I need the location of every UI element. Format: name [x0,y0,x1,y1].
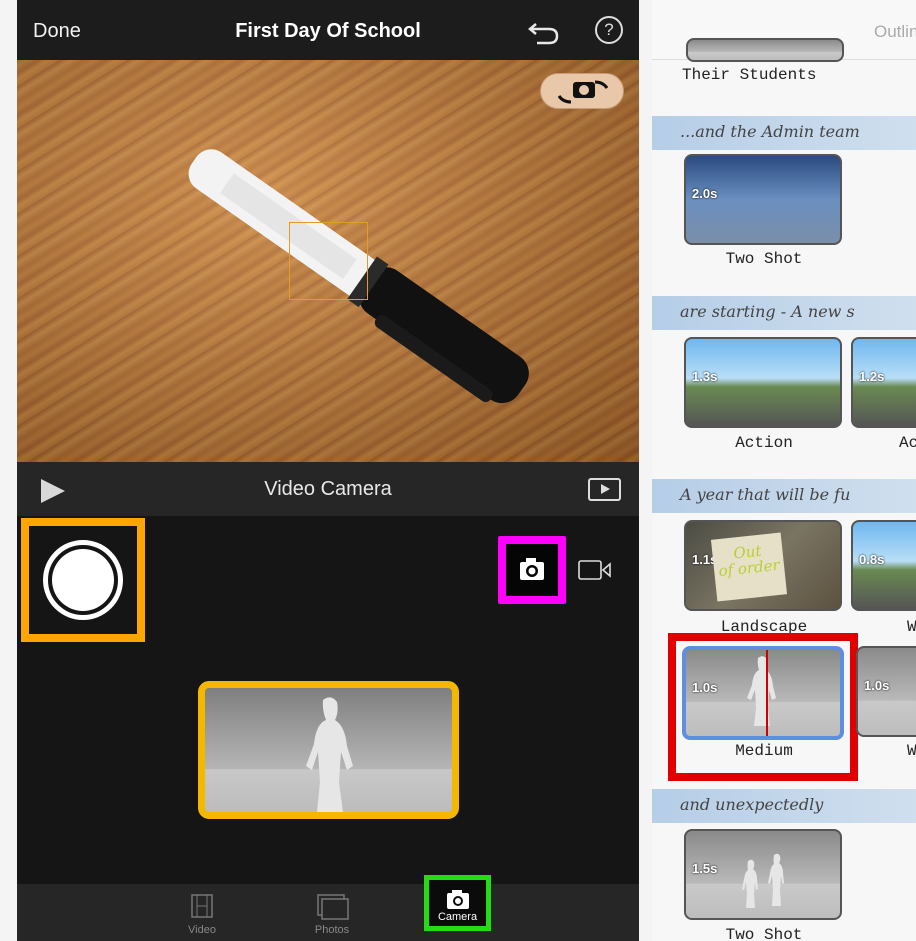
tab-camera[interactable]: Camera [424,875,491,931]
photos-icon [317,894,349,920]
shutter-highlight [21,518,145,642]
caption-unexpectedly[interactable]: and unexpectedly [652,789,916,823]
partial-thumb[interactable] [686,38,844,62]
clip-landscape[interactable]: 1.1s Out of order [684,520,842,611]
clip-medium[interactable]: 1.0s [682,646,844,740]
help-button[interactable]: ? [595,16,623,44]
caption-year[interactable]: A year that will be fu [652,479,916,513]
clip-wide[interactable]: 0.8s [851,520,916,611]
clip-action-2[interactable]: 1.2s [851,337,916,428]
video-camera-bar: Video Camera [17,462,639,516]
shot-label: Two Shot [725,250,803,268]
shot-label: W [907,742,916,760]
sign-line-2: of order [717,555,781,581]
media-tab-bar: Video Photos Camera [17,875,639,941]
undo-icon[interactable] [527,16,561,46]
camera-flip-icon [557,80,609,104]
camera-flip-button[interactable] [540,73,624,109]
sign-image: Out of order [710,532,788,602]
current-clip-thumbnail [198,681,459,819]
preview-icon[interactable] [588,478,621,501]
clip-duration: 1.0s [864,678,890,693]
caption-starting[interactable]: are starting - A new s [652,296,916,330]
silhouette-image [306,697,353,812]
camera-viewfinder[interactable] [17,60,639,462]
shot-label: Medium [735,742,793,760]
clip-duration: 1.2s [859,369,885,384]
video-camera-icon[interactable] [577,558,613,582]
camera-icon [520,558,544,580]
film-icon [191,894,213,918]
shot-label: Their Students [682,66,817,84]
silhouette-image [747,650,776,736]
outline-panel: Outline Their Students ...and the Admin … [652,0,916,941]
camera-panel: Done First Day Of School ? Video Camera … [17,0,639,941]
outline-header-label[interactable]: Outline [874,22,916,42]
shutter-button[interactable] [43,540,123,620]
tab-photos[interactable]: Photos [297,887,367,939]
shot-label: W [907,618,916,636]
clip-two-shot[interactable]: 2.0s [684,154,842,245]
clip-action[interactable]: 1.3s [684,337,842,428]
shot-label: Ac [899,434,916,452]
photo-mode-button[interactable] [506,544,558,596]
clip-wide-2[interactable]: 1.0s [856,646,916,737]
app-root: Done First Day Of School ? Video Camera … [0,0,916,941]
caption-admin[interactable]: ...and the Admin team [652,116,916,150]
shot-label: Two Shot [725,926,803,941]
silhouette-image [742,853,784,908]
clip-duration: 0.8s [859,552,885,567]
tab-video[interactable]: Video [167,887,237,939]
camera-mode-title: Video Camera [264,478,392,500]
tab-photos-label: Photos [314,924,350,936]
photo-mode-highlight [498,536,566,604]
clip-duration: 1.3s [692,369,718,384]
clip-two-shot-2[interactable]: 1.5s [684,829,842,920]
shot-label: Action [735,434,793,452]
top-bar: Done First Day Of School ? [17,0,639,60]
clip-duration: 2.0s [692,186,718,201]
tab-video-label: Video [188,924,216,936]
camera-icon [446,890,469,909]
focus-square [289,222,368,300]
tab-camera-label: Camera [437,911,478,923]
